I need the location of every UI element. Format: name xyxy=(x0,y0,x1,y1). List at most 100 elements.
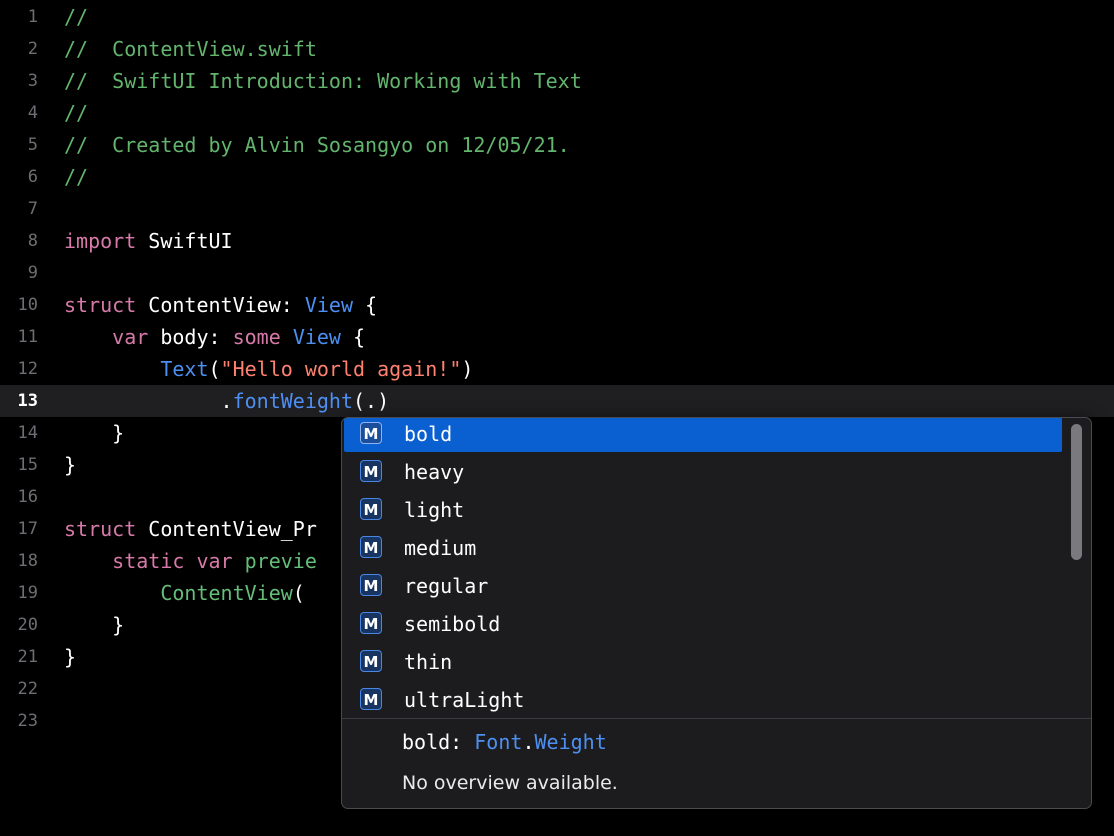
code-line[interactable]: 10 struct ContentView: View { xyxy=(0,289,1114,321)
completion-signature: bold: Font.Weight xyxy=(402,730,607,754)
code-line[interactable]: 6 // xyxy=(0,161,1114,193)
completion-item-label: thin xyxy=(404,650,453,674)
code-line[interactable]: 5 // Created by Alvin Sosangyo on 12/05/2… xyxy=(0,129,1114,161)
code-text[interactable]: .fontWeight(.) xyxy=(64,385,390,417)
completion-item[interactable]: MultraLight xyxy=(344,682,1062,718)
code-text[interactable]: import SwiftUI xyxy=(64,225,233,257)
line-number: 5 xyxy=(27,135,38,155)
code-token-keyword: import xyxy=(64,229,137,253)
code-text[interactable]: ContentView( xyxy=(64,577,305,609)
line-number: 16 xyxy=(17,487,38,507)
code-token-keyword: var xyxy=(196,549,233,573)
autocomplete-popup: Mbold Mheavy Mlight Mmedium Mregular Msemibol… xyxy=(341,417,1092,809)
completion-item[interactable]: Mlight xyxy=(344,492,1062,528)
code-text[interactable]: // xyxy=(64,161,88,193)
line-number: 21 xyxy=(17,647,38,667)
completion-item[interactable]: Mregular xyxy=(344,568,1062,604)
code-text[interactable]: // SwiftUI Introduction: Working with Te… xyxy=(64,65,582,97)
completion-item-label: heavy xyxy=(404,460,465,484)
completion-item[interactable]: Mheavy xyxy=(344,454,1062,490)
code-token-plain: (.) xyxy=(353,389,390,413)
code-token-keyword: var xyxy=(112,325,149,349)
code-token-type: Text xyxy=(160,357,209,381)
line-number: 11 xyxy=(17,327,38,347)
signature-name: bold: xyxy=(402,730,463,754)
completion-description: No overview available. xyxy=(402,772,618,794)
code-token-plain: . xyxy=(64,389,233,413)
code-token-plain: } xyxy=(64,645,77,669)
code-line[interactable]: 7 xyxy=(0,193,1114,225)
code-line[interactable]: 1 // xyxy=(0,1,1114,33)
line-number: 14 xyxy=(17,423,38,443)
code-line[interactable]: 13 .fontWeight(.) xyxy=(0,385,1114,417)
completion-item[interactable]: Msemibold xyxy=(344,606,1062,642)
code-line[interactable]: 4 // xyxy=(0,97,1114,129)
method-badge-icon: M xyxy=(360,536,382,558)
signature-type-dot: . xyxy=(522,730,535,754)
code-text[interactable]: } xyxy=(64,641,76,673)
code-token-plain: { xyxy=(353,293,378,317)
completion-scrollbar[interactable] xyxy=(1069,422,1083,714)
code-line[interactable]: 9 xyxy=(0,257,1114,289)
method-badge-icon: M xyxy=(360,688,382,710)
completion-item-label: bold xyxy=(404,422,453,446)
method-badge-icon: M xyxy=(360,650,382,672)
code-token-plain: ContentView: xyxy=(136,293,305,317)
code-text[interactable]: } xyxy=(64,609,124,641)
code-text[interactable]: struct ContentView: View { xyxy=(64,289,377,321)
code-text[interactable]: Text("Hello world again!") xyxy=(64,353,473,385)
code-token-keyword: some xyxy=(232,325,281,349)
code-line[interactable]: 11 var body: some View { xyxy=(0,321,1114,353)
code-token-type: fontWeight xyxy=(232,389,353,413)
code-line[interactable]: 12 Text("Hello world again!") xyxy=(0,353,1114,385)
method-badge-icon: M xyxy=(360,422,382,444)
code-text[interactable]: var body: some View { xyxy=(64,321,365,353)
method-badge-icon: M xyxy=(360,460,382,482)
completion-item-label: semibold xyxy=(404,612,501,636)
line-number: 17 xyxy=(17,519,38,539)
line-number: 10 xyxy=(17,295,38,315)
code-token-comment: // SwiftUI Introduction: Working with Te… xyxy=(64,69,582,93)
code-text[interactable]: } xyxy=(64,417,124,449)
code-token-string: "Hello world again!" xyxy=(220,357,462,381)
scrollbar-thumb[interactable] xyxy=(1071,424,1082,560)
completion-item-label: regular xyxy=(404,574,489,598)
code-line[interactable]: 3 // SwiftUI Introduction: Working with T… xyxy=(0,65,1114,97)
line-number: 9 xyxy=(27,263,38,283)
line-number: 18 xyxy=(17,551,38,571)
line-number: 19 xyxy=(17,583,38,603)
completion-item[interactable]: Mthin xyxy=(344,644,1062,680)
code-text[interactable]: // xyxy=(64,97,88,129)
code-text[interactable]: static var previe xyxy=(64,545,317,577)
code-token-keyword: static xyxy=(112,549,185,573)
completion-list: Mbold Mheavy Mlight Mmedium Mregular Msemibol… xyxy=(342,418,1091,718)
signature-type-module: Font xyxy=(474,730,523,754)
code-token-plain: } xyxy=(64,453,77,477)
code-token-keyword: struct xyxy=(64,517,137,541)
code-text[interactable]: // ContentView.swift xyxy=(64,33,317,65)
code-line[interactable]: 8 import SwiftUI xyxy=(0,225,1114,257)
code-text[interactable]: struct ContentView_Pr xyxy=(64,513,317,545)
line-number: 2 xyxy=(27,39,38,59)
code-token-plain: { xyxy=(340,325,366,349)
signature-type-name: Weight xyxy=(534,730,607,754)
line-number: 13 xyxy=(17,391,38,411)
code-text[interactable]: // Created by Alvin Sosangyo on 12/05/21… xyxy=(64,129,570,161)
completion-item[interactable]: Mbold xyxy=(344,418,1062,452)
code-text[interactable]: // xyxy=(64,1,88,33)
code-token-comment: // Created by Alvin Sosangyo on 12/05/21… xyxy=(64,133,570,157)
line-number: 1 xyxy=(27,7,38,27)
completion-item[interactable]: Mmedium xyxy=(344,530,1062,566)
code-token-plain: SwiftUI xyxy=(136,229,233,253)
code-line[interactable]: 2 // ContentView.swift xyxy=(0,33,1114,65)
code-token-plain: } xyxy=(64,613,125,637)
code-text[interactable]: } xyxy=(64,449,76,481)
code-token-plain: body: xyxy=(148,325,233,349)
code-token-keyword: struct xyxy=(64,293,137,317)
